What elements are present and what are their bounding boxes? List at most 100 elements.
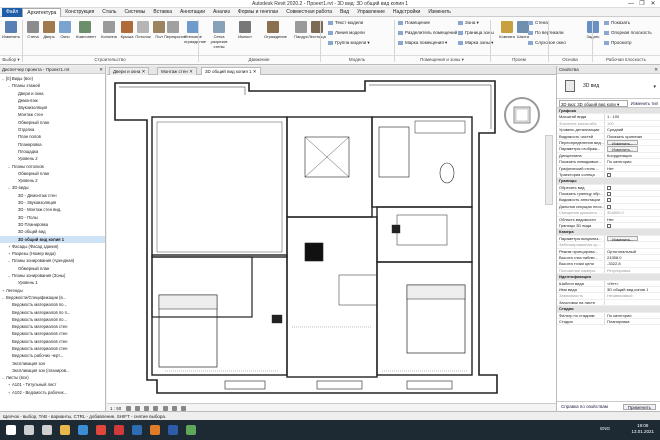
property-value[interactable]: 24358.0	[605, 255, 660, 260]
tree-item[interactable]: – Планы зонирования (Арендная)	[0, 257, 105, 264]
tree-item[interactable]: Звукоизоляция	[0, 104, 105, 111]
property-edit-button[interactable]: Изменить...	[607, 146, 639, 152]
ribbon-tab[interactable]: Архитектура	[22, 7, 62, 17]
property-value[interactable]: 1 : 100	[605, 114, 660, 119]
ribbon-button[interactable]: Компонент	[76, 21, 96, 39]
ribbon-tab[interactable]: Формы и генплан	[234, 8, 282, 17]
property-value[interactable]: Изменить...	[605, 139, 660, 146]
minimize-button[interactable]: —	[626, 0, 636, 8]
ribbon-button[interactable]: Задать	[584, 21, 602, 39]
property-value[interactable]: Координация	[605, 153, 660, 158]
task-view-icon[interactable]	[42, 425, 52, 435]
tree-item[interactable]: – Листы (все)	[0, 374, 105, 381]
property-value[interactable]: Изменить...	[605, 146, 660, 152]
ribbon-tab[interactable]: Анализ	[209, 8, 234, 17]
tree-item[interactable]: + Разрезы (Номер вида)	[0, 250, 105, 257]
tree-item[interactable]: 3D - Звукоизоляция	[0, 199, 105, 206]
view-cube-icon[interactable]	[502, 95, 542, 135]
ribbon-button[interactable]: Перекрытие	[164, 21, 187, 39]
edit-type-button[interactable]: Изменить тип	[631, 101, 658, 106]
tree-item[interactable]: Ведомость материалов стен	[0, 338, 105, 345]
tree-item[interactable]: 3D - Демонтаж стен	[0, 192, 105, 199]
ribbon-tab[interactable]: Управление	[353, 8, 389, 17]
type-selector[interactable]: 3D вид ▾	[557, 74, 660, 99]
property-value[interactable]	[605, 191, 660, 197]
property-checkbox[interactable]	[607, 223, 611, 228]
tree-item[interactable]: 3D общий вид	[0, 228, 105, 235]
tree-item[interactable]: Площадка	[0, 148, 105, 155]
ribbon-tab[interactable]: Надстройки	[389, 8, 424, 17]
property-checkbox[interactable]	[607, 185, 611, 190]
property-value[interactable]: Изменить...	[605, 235, 660, 242]
ribbon-small-button[interactable]: Опорная плоскость	[604, 30, 652, 35]
tree-item[interactable]: Ведомость материалов по п...	[0, 309, 105, 316]
media-player-icon[interactable]	[150, 425, 160, 435]
ribbon-tab[interactable]: Сталь	[98, 8, 120, 17]
property-checkbox[interactable]	[607, 172, 611, 177]
tree-item[interactable]: Двери и окна	[0, 90, 105, 97]
property-value[interactable]: Показать оригинал	[605, 134, 660, 139]
tree-item[interactable]: Уровень 2	[0, 155, 105, 162]
tree-item[interactable]: Ведомость материалов стен	[0, 345, 105, 352]
ribbon-small-button[interactable]: Разделитель помещений	[398, 30, 457, 35]
close-icon[interactable]: ✕	[654, 66, 658, 74]
tree-item[interactable]: Ведомость рабочих черт...	[0, 352, 105, 359]
property-value[interactable]: <Нет>	[605, 281, 660, 286]
word-app-icon[interactable]	[168, 425, 178, 435]
tree-item[interactable]: 3D Планировка	[0, 221, 105, 228]
tree-item[interactable]: Обмерный план	[0, 170, 105, 177]
document-tab[interactable]: Монтаж стен ✕	[157, 67, 197, 75]
navigation-bar[interactable]	[545, 135, 553, 205]
property-edit-button[interactable]: Изменить...	[607, 139, 639, 146]
ribbon-button[interactable]: Колонна	[100, 21, 118, 39]
ribbon-button[interactable]: Импост	[236, 21, 254, 39]
ribbon-small-button[interactable]: Марка зоны ▾	[458, 40, 493, 46]
ribbon-small-button[interactable]: Показать	[604, 20, 630, 25]
ribbon-button[interactable]: Окно	[56, 21, 74, 39]
tree-item[interactable]: – Планы потолков	[0, 163, 105, 170]
tree-item[interactable]: –3D виды	[0, 184, 105, 191]
revit-app-icon[interactable]	[132, 425, 142, 435]
tree-item[interactable]: Ведомость материалов стен	[0, 330, 105, 337]
tree-item[interactable]: Ведомость материалов стен	[0, 323, 105, 330]
property-value[interactable]: Средний	[605, 127, 660, 132]
ribbon-button[interactable]: Лестница	[308, 21, 326, 39]
tree-item[interactable]: 3D - Полы	[0, 214, 105, 221]
tree-item[interactable]: – [0] Виды (все)	[0, 75, 105, 82]
ribbon-tab[interactable]: Файл	[2, 7, 23, 17]
ribbon-tab[interactable]: Вид	[336, 8, 353, 17]
property-value[interactable]: Планировка	[605, 319, 660, 324]
tree-item[interactable]: – Планы этажей	[0, 82, 105, 89]
tree-item[interactable]: Планировка	[0, 141, 105, 148]
tree-item[interactable]: План полов	[0, 133, 105, 140]
tree-item[interactable]: + А101 - Титульный лист	[0, 381, 105, 388]
tree-item[interactable]: Отделка	[0, 126, 105, 133]
search-icon[interactable]	[24, 425, 34, 435]
tree-item[interactable]: Уровень 2	[0, 177, 105, 184]
ribbon-tab[interactable]: Системы	[120, 8, 149, 17]
ribbon-button[interactable]: Изменить	[2, 21, 20, 39]
ribbon-small-button[interactable]: Группа модели ▾	[328, 40, 370, 46]
close-button[interactable]: ✕	[648, 0, 658, 8]
maximize-button[interactable]: ❐	[637, 0, 647, 8]
tree-item[interactable]: 3D - Монтаж стен вид.	[0, 206, 105, 213]
property-value[interactable]: -3322.8	[605, 261, 660, 266]
windows-start-icon[interactable]	[6, 425, 16, 435]
tree-item[interactable]: – Ведомости/Спецификации (в...	[0, 294, 105, 301]
property-value[interactable]	[605, 300, 660, 305]
tree-item[interactable]: Экспликация зон	[0, 360, 105, 367]
close-icon[interactable]: ✕	[188, 69, 193, 74]
language-indicator[interactable]: ENG	[600, 426, 610, 431]
ribbon-button[interactable]: Стеновое ограждение	[184, 21, 206, 44]
opera-browser-icon[interactable]	[114, 425, 124, 435]
ribbon-small-button[interactable]: Помещение	[398, 20, 430, 25]
properties-help-link[interactable]: Справка по свойствам	[561, 404, 608, 409]
property-value[interactable]: Нет	[605, 217, 660, 222]
property-value[interactable]: По категории	[605, 313, 660, 318]
property-value[interactable]: Ортогональный	[605, 249, 660, 254]
property-value[interactable]	[605, 172, 660, 177]
ribbon-small-button[interactable]: Стена	[528, 20, 548, 25]
ribbon-tab[interactable]: Совместная работа	[282, 8, 336, 17]
tree-item[interactable]: + Фасады (Фасад здания)	[0, 243, 105, 250]
close-icon[interactable]: ✕	[252, 69, 257, 74]
